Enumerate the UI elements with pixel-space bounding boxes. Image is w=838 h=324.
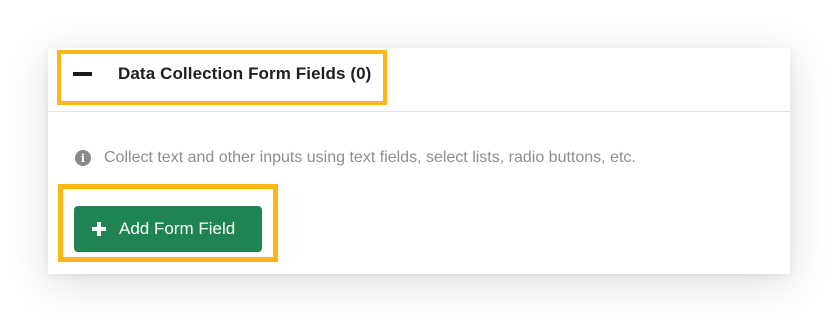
panel-header: Data Collection Form Fields (0) <box>48 48 790 112</box>
add-form-field-button[interactable]: Add Form Field <box>74 206 262 252</box>
info-hint: i Collect text and other inputs using te… <box>75 149 636 167</box>
section-title[interactable]: Data Collection Form Fields (0) <box>118 64 371 84</box>
info-circle-icon: i <box>75 150 91 166</box>
plus-icon <box>92 222 106 236</box>
info-text: Collect text and other inputs using text… <box>104 149 636 166</box>
add-form-field-label: Add Form Field <box>119 219 236 238</box>
minus-icon[interactable] <box>73 72 92 76</box>
form-fields-panel: Data Collection Form Fields (0) i Collec… <box>48 48 790 274</box>
